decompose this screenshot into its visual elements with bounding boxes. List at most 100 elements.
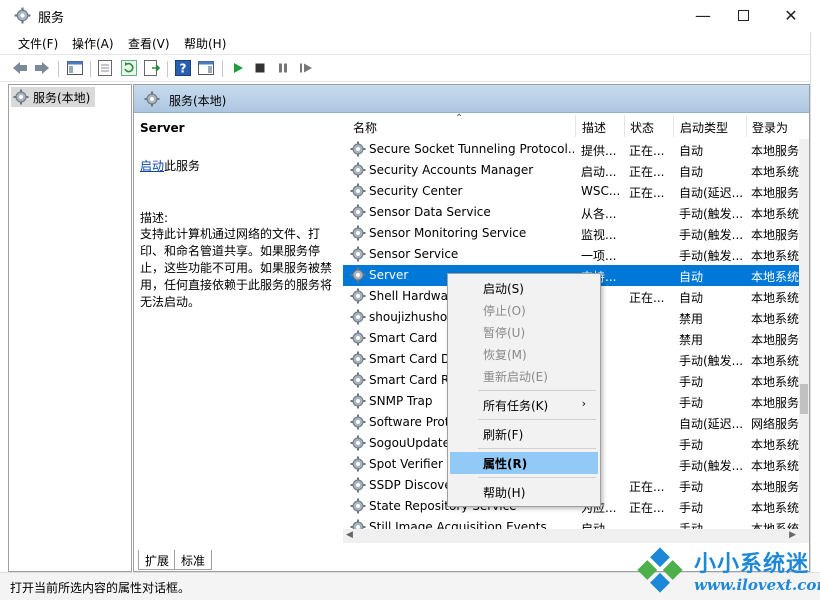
service-startup-type-cell: 手动(触发... bbox=[679, 228, 744, 242]
service-startup-type-cell: 禁用 bbox=[679, 312, 704, 326]
column-divider[interactable] bbox=[575, 115, 576, 137]
context-menu-properties[interactable]: 属性(R) bbox=[450, 452, 598, 474]
context-menu-help[interactable]: 帮助(H) bbox=[450, 481, 598, 503]
menu-action[interactable]: 操作(A) bbox=[72, 35, 114, 52]
scroll-right-icon[interactable]: ▶ bbox=[789, 530, 796, 540]
context-menu-separator bbox=[478, 477, 596, 478]
background-window-edge bbox=[810, 32, 820, 572]
export-list-icon bbox=[144, 60, 160, 76]
title-bar: 服务 — ✕ bbox=[0, 0, 820, 32]
table-row[interactable]: Security Center WSC... 正在... 自动(延迟... 本地服务 bbox=[343, 181, 799, 202]
column-divider[interactable] bbox=[624, 115, 625, 137]
close-icon: ✕ bbox=[784, 5, 798, 25]
service-startup-type-cell: 手动 bbox=[679, 501, 704, 515]
service-logon-cell: 本地系统 bbox=[751, 501, 799, 515]
service-logon-cell: 本地系统 bbox=[751, 375, 799, 389]
service-status-cell: 正在... bbox=[629, 186, 665, 200]
context-menu-separator bbox=[478, 419, 596, 420]
stop-icon bbox=[255, 63, 265, 73]
tree-item-services-local[interactable]: 服务(本地) bbox=[11, 87, 95, 107]
close-button[interactable]: ✕ bbox=[768, 0, 814, 30]
maximize-button[interactable] bbox=[720, 0, 766, 30]
toolbar-separator bbox=[167, 61, 168, 77]
table-row[interactable]: Security Accounts Manager 启动... 正在... 自动 本地系… bbox=[343, 160, 799, 181]
menu-help[interactable]: 帮助(H) bbox=[184, 35, 226, 52]
column-header-description[interactable]: 描述 bbox=[582, 119, 606, 136]
table-row[interactable]: Sensor Monitoring Service 监视... 手动(触发... 本地… bbox=[343, 223, 799, 244]
submenu-arrow-icon: › bbox=[581, 397, 586, 410]
pause-service-button[interactable] bbox=[274, 59, 292, 77]
column-header-name[interactable]: 名称 bbox=[353, 119, 377, 136]
pane-header: 服务(本地) bbox=[134, 85, 809, 113]
vertical-scrollbar[interactable] bbox=[799, 139, 809, 543]
back-button[interactable] bbox=[11, 59, 29, 77]
column-divider[interactable] bbox=[673, 115, 674, 137]
stop-service-button[interactable] bbox=[251, 59, 269, 77]
service-startup-type-cell: 自动 bbox=[679, 165, 704, 179]
restart-service-button[interactable] bbox=[297, 59, 315, 77]
service-startup-type-cell: 自动(延迟... bbox=[679, 186, 744, 200]
column-divider[interactable] bbox=[746, 115, 747, 137]
context-menu-start[interactable]: 启动(S) bbox=[450, 277, 598, 299]
status-text: 打开当前所选内容的属性对话框。 bbox=[10, 581, 191, 595]
svg-text:?: ? bbox=[180, 62, 187, 76]
help-toolbar-button[interactable]: ? bbox=[174, 59, 192, 77]
column-header-log-on-as[interactable]: 登录为 bbox=[752, 119, 788, 136]
context-menu-stop[interactable]: 停止(O) bbox=[450, 299, 598, 321]
service-logon-cell: 本地服务 bbox=[751, 396, 799, 410]
properties-sheet-icon bbox=[98, 60, 112, 76]
service-description-cell: 从各... bbox=[581, 207, 617, 221]
menu-bar: 文件(F) 操作(A) 查看(V) 帮助(H) bbox=[0, 32, 820, 54]
properties-toolbar-button[interactable] bbox=[96, 59, 114, 77]
service-description-cell: 启动... bbox=[581, 165, 617, 179]
restart-icon bbox=[300, 63, 312, 73]
service-logon-cell: 本地服务 bbox=[751, 186, 799, 200]
refresh-toolbar-button[interactable] bbox=[120, 59, 138, 77]
vertical-scroll-thumb[interactable] bbox=[800, 384, 808, 414]
services-gear-icon bbox=[14, 7, 31, 24]
context-menu-refresh[interactable]: 刷新(F) bbox=[450, 423, 598, 445]
context-menu-resume[interactable]: 恢复(M) bbox=[450, 343, 598, 365]
context-menu-restart[interactable]: 重新启动(E) bbox=[450, 365, 598, 387]
scroll-left-icon[interactable]: ◀ bbox=[346, 530, 353, 540]
service-description-cell: 一项... bbox=[581, 249, 617, 263]
watermark-url: www.ilovext.com bbox=[694, 576, 820, 594]
tab-extended[interactable]: 扩展 bbox=[138, 550, 177, 570]
column-header-status[interactable]: 状态 bbox=[630, 119, 654, 136]
service-logon-cell: 本地系统 bbox=[751, 291, 799, 305]
service-logon-cell: 网络服务 bbox=[751, 417, 799, 431]
service-logon-cell: 本地系统 bbox=[751, 249, 799, 263]
maximize-icon bbox=[737, 9, 749, 21]
minimize-icon: — bbox=[695, 5, 711, 25]
show-action-pane-button[interactable] bbox=[197, 59, 215, 77]
service-gear-icon bbox=[350, 351, 366, 367]
table-row[interactable]: Sensor Service 一项... 手动(触发... 本地系统 bbox=[343, 244, 799, 265]
service-gear-icon bbox=[350, 246, 366, 262]
service-status-cell: 正在... bbox=[629, 501, 665, 515]
table-row[interactable]: Sensor Data Service 从各... 手动(触发... 本地系统 bbox=[343, 202, 799, 223]
context-menu-all-tasks[interactable]: 所有任务(K) › bbox=[450, 394, 598, 416]
service-startup-type-cell: 自动 bbox=[679, 270, 704, 284]
forward-button[interactable] bbox=[33, 59, 51, 77]
selected-service-name: Server bbox=[140, 121, 185, 135]
menu-view[interactable]: 查看(V) bbox=[128, 35, 170, 52]
show-console-tree-button[interactable] bbox=[66, 59, 84, 77]
service-name-cell: Sensor Monitoring Service bbox=[369, 226, 527, 240]
column-header-startup-type[interactable]: 启动类型 bbox=[680, 119, 728, 136]
refresh-icon bbox=[121, 60, 137, 76]
context-menu-pause[interactable]: 暂停(U) bbox=[450, 321, 598, 343]
menu-file[interactable]: 文件(F) bbox=[18, 35, 58, 52]
watermark-logo-icon bbox=[637, 547, 683, 593]
service-logon-cell: 本地服务 bbox=[751, 228, 799, 242]
service-startup-type-cell: 自动 bbox=[679, 291, 704, 305]
tab-standard[interactable]: 标准 bbox=[174, 550, 213, 570]
table-row[interactable]: Secure Socket Tunneling Protocol... 提供...… bbox=[343, 139, 799, 160]
service-gear-icon bbox=[350, 141, 366, 157]
service-description-cell: WSC... bbox=[581, 184, 621, 198]
service-logon-cell: 本地系统 bbox=[751, 270, 799, 284]
service-startup-type-cell: 自动(延迟... bbox=[679, 417, 744, 431]
export-list-button[interactable] bbox=[143, 59, 161, 77]
watermark-brand: 小小系统迷 bbox=[694, 552, 810, 577]
start-service-button[interactable] bbox=[229, 59, 247, 77]
start-service-link[interactable]: 启动 bbox=[140, 159, 164, 173]
